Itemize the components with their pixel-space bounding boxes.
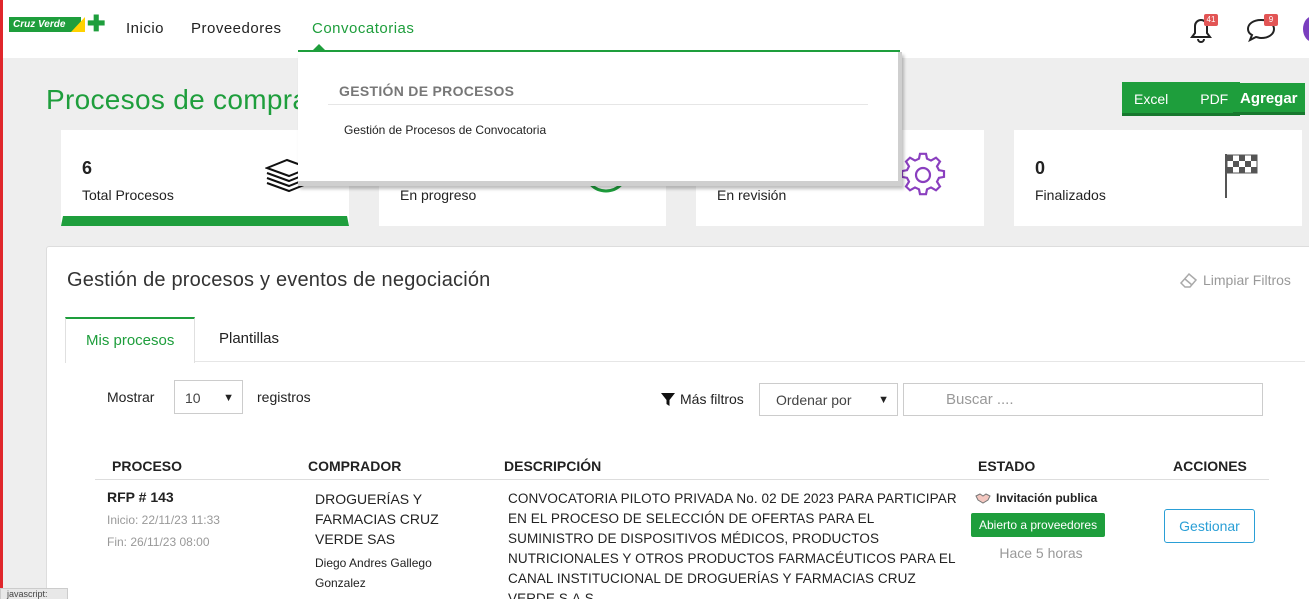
logo-cross-icon: ✚ xyxy=(87,11,106,36)
invitation-label: Invitación publica xyxy=(996,491,1098,505)
manage-button[interactable]: Gestionar xyxy=(1164,509,1255,543)
eraser-icon xyxy=(1179,272,1198,288)
tab-mis-procesos[interactable]: Mis procesos xyxy=(65,317,196,363)
menu-item-gestion-procesos[interactable]: Gestión de Procesos de Convocatoria xyxy=(344,123,546,137)
dropdown-divider xyxy=(328,104,868,105)
card-finished[interactable]: 0 Finalizados xyxy=(1014,130,1302,226)
handshake-icon xyxy=(975,493,991,504)
column-header-estado[interactable]: ESTADO xyxy=(978,458,1035,474)
buyer-name: DROGUERÍAS Y FARMACIAS CRUZ VERDE SAS xyxy=(315,491,439,547)
process-id: RFP # 143 xyxy=(107,489,174,505)
excel-button[interactable]: Excel xyxy=(1122,82,1189,116)
status-bar-url: javascript: xyxy=(0,588,68,599)
clear-filters-button[interactable]: Limpiar Filtros xyxy=(1179,271,1291,289)
convocatorias-dropdown: GESTIÓN DE PROCESOS Gestión de Procesos … xyxy=(298,52,902,186)
cruz-verde-logo[interactable]: Cruz Verde ✚ xyxy=(9,13,105,35)
dropdown-heading: GESTIÓN DE PROCESOS xyxy=(339,83,515,99)
user-avatar[interactable] xyxy=(1303,16,1309,42)
logo-stripe xyxy=(71,17,85,32)
gear-icon xyxy=(900,152,946,196)
buyer-cell: DROGUERÍAS Y FARMACIAS CRUZ VERDE SAS Di… xyxy=(315,489,445,593)
panel-title: Gestión de procesos y eventos de negocia… xyxy=(67,269,491,291)
table-header-divider xyxy=(95,479,1269,480)
card-label: En progreso xyxy=(400,187,477,203)
card-label: Total Procesos xyxy=(82,187,174,203)
top-navbar: Cruz Verde ✚ Inicio Proveedores Convocat… xyxy=(0,0,1309,58)
invitation-type: Invitación publica xyxy=(971,491,1121,505)
messages-badge: 9 xyxy=(1264,14,1278,26)
records-label: registros xyxy=(257,389,311,405)
search-input[interactable]: Buscar .... xyxy=(903,383,1263,416)
more-filters-label: Más filtros xyxy=(680,391,744,407)
process-cell: RFP # 143 Inicio: 22/11/23 11:33 Fin: 26… xyxy=(107,489,220,549)
process-start-date: Inicio: 22/11/23 11:33 xyxy=(107,513,220,527)
buyer-contact: Diego Andres Gallego Gonzalez xyxy=(315,556,432,590)
status-badge: Abierto a proveedores xyxy=(971,513,1106,537)
card-value: 6 xyxy=(82,158,93,178)
time-ago: Hace 5 horas xyxy=(999,545,1083,561)
sort-select[interactable]: Ordenar por ▼ xyxy=(759,383,898,416)
notifications-button[interactable]: 41 xyxy=(1184,12,1220,46)
tab-plantillas[interactable]: Plantillas xyxy=(199,317,299,361)
column-header-descripcion[interactable]: DESCRIPCIÓN xyxy=(504,458,601,474)
filter-icon xyxy=(661,393,675,406)
page-title: Procesos de compra xyxy=(46,84,309,115)
nav-inicio[interactable]: Inicio xyxy=(126,20,164,37)
tabs-divider xyxy=(65,361,1305,362)
notifications-badge: 41 xyxy=(1204,14,1218,26)
page-size-value: 10 xyxy=(185,390,201,406)
chevron-down-icon: ▼ xyxy=(878,394,889,406)
card-value: 0 xyxy=(1035,158,1046,178)
more-filters-button[interactable]: Más filtros xyxy=(660,391,744,407)
window-edge xyxy=(0,0,3,599)
status-cell: Invitación publica Abierto a proveedores… xyxy=(971,491,1121,561)
nav-proveedores[interactable]: Proveedores xyxy=(191,20,282,37)
messages-button[interactable]: 9 xyxy=(1244,12,1280,46)
card-active-bar xyxy=(61,216,349,226)
column-header-comprador[interactable]: COMPRADOR xyxy=(308,458,401,474)
processes-panel: Gestión de procesos y eventos de negocia… xyxy=(46,246,1309,599)
process-end-date: Fin: 26/11/23 08:00 xyxy=(107,535,210,549)
sort-select-value: Ordenar por xyxy=(776,392,852,408)
card-label: En revisión xyxy=(717,187,787,203)
checkered-flag-icon xyxy=(1225,154,1258,198)
add-button[interactable]: Agregar xyxy=(1233,83,1305,115)
clear-filters-label: Limpiar Filtros xyxy=(1203,272,1291,288)
chevron-down-icon: ▼ xyxy=(223,392,234,404)
column-header-proceso[interactable]: PROCESO xyxy=(112,458,182,474)
nav-convocatorias[interactable]: Convocatorias xyxy=(312,20,414,37)
export-button-group: Excel PDF xyxy=(1122,82,1241,116)
column-header-acciones: ACCIONES xyxy=(1173,458,1247,474)
card-label: Finalizados xyxy=(1035,187,1106,203)
description-cell: CONVOCATORIA PILOTO PRIVADA No. 02 DE 20… xyxy=(508,491,957,599)
page-size-select[interactable]: 10 ▼ xyxy=(174,380,243,414)
show-label: Mostrar xyxy=(107,389,155,405)
